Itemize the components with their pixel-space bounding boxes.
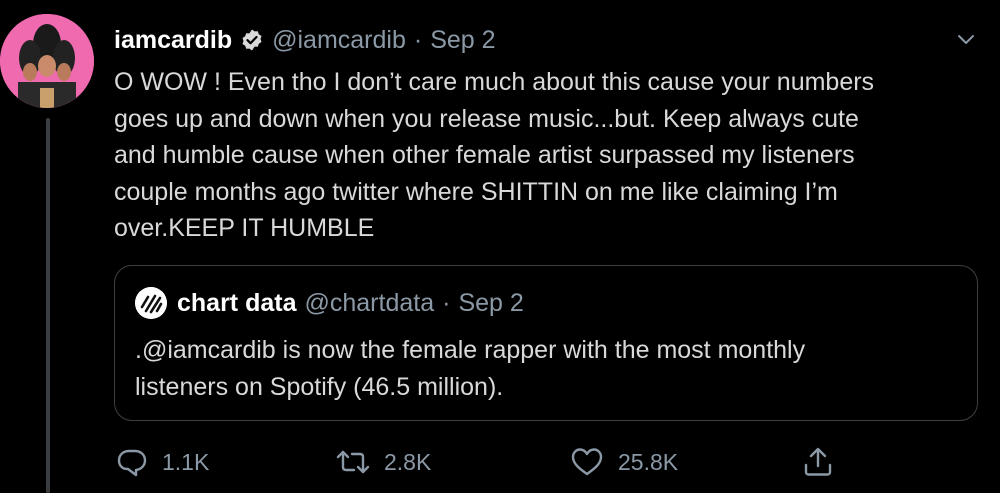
retweet-icon	[336, 450, 370, 474]
quoted-text-line: listeners on Spotify (46.5 million).	[135, 372, 504, 401]
retweet-button[interactable]: 2.8K	[336, 440, 431, 484]
share-icon	[804, 447, 832, 476]
thread-line	[46, 118, 50, 493]
quoted-avatar[interactable]	[135, 287, 167, 319]
reply-button[interactable]: 1.1K	[116, 440, 209, 484]
separator-dot: ·	[442, 288, 451, 317]
quoted-handle[interactable]: @chartdata	[304, 289, 434, 318]
like-button[interactable]: 25.8K	[570, 440, 678, 484]
handle[interactable]: @iamcardib	[272, 26, 406, 55]
tweet-header: iamcardib @iamcardib · Sep 2	[114, 22, 496, 58]
tweet-text-line: over.KEEP IT HUMBLE	[114, 214, 375, 242]
quoted-display-name[interactable]: chart data	[177, 289, 296, 318]
tweet: iamcardib @iamcardib · Sep 2 O WOW ! Eve…	[0, 0, 1000, 493]
quoted-text-line: .@iamcardib is now the female rapper wit…	[135, 336, 806, 364]
quoted-tweet-text: .@iamcardib is now the female rapper wit…	[135, 332, 955, 405]
share-button[interactable]	[802, 440, 848, 484]
chevron-down-icon[interactable]	[956, 30, 976, 55]
heart-icon	[571, 448, 603, 476]
avatar[interactable]	[0, 14, 94, 108]
tweet-actions: 1.1K 2.8K 25.8K	[114, 440, 874, 484]
verified-badge-icon	[240, 28, 264, 52]
display-name[interactable]: iamcardib	[114, 26, 232, 55]
reply-icon	[117, 449, 147, 477]
quoted-tweet[interactable]: chart data @chartdata · Sep 2 .@iamcardi…	[114, 265, 978, 421]
tweet-date[interactable]: Sep 2	[430, 26, 495, 55]
separator-dot: ·	[413, 25, 423, 54]
tweet-text-line: and humble cause when other female artis…	[114, 141, 855, 169]
tweet-text-line: O WOW ! Even tho I don’t care much about…	[114, 68, 875, 96]
like-count: 25.8K	[618, 448, 679, 475]
reply-count: 1.1K	[162, 448, 210, 475]
tweet-text-line: couple months ago twitter where SHITTIN …	[114, 177, 838, 206]
quoted-tweet-header: chart data @chartdata · Sep 2	[135, 286, 524, 320]
quoted-date[interactable]: Sep 2	[458, 289, 523, 318]
retweet-count: 2.8K	[384, 448, 432, 475]
tweet-text: O WOW ! Even tho I don’t care much about…	[114, 64, 974, 247]
tweet-text-line: goes up and down when you release music.…	[114, 104, 859, 133]
